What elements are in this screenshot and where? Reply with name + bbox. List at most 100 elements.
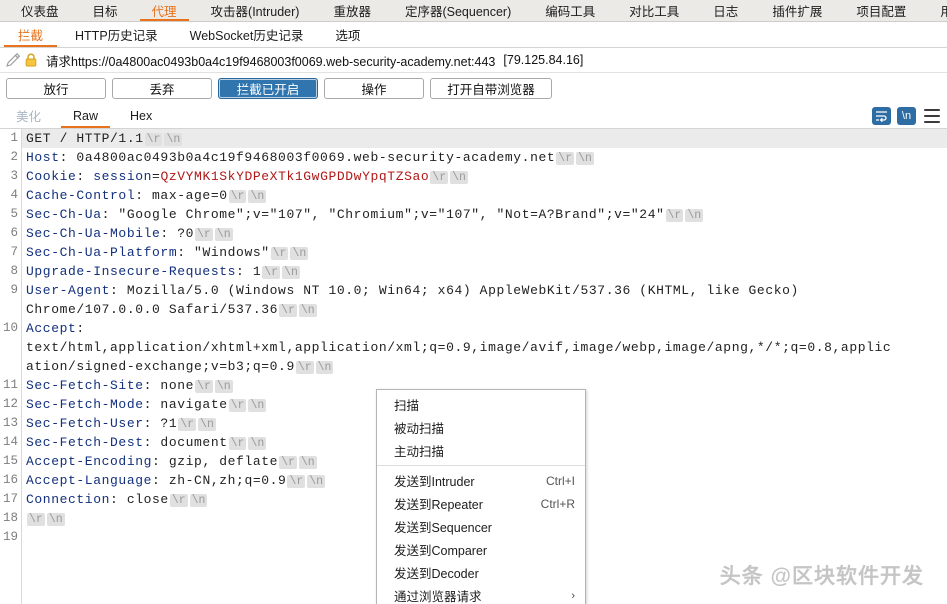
request-token: : 1 [236, 264, 262, 279]
text-wrap-icon[interactable] [872, 106, 891, 125]
main-tab-9[interactable]: 插件扩展 [755, 0, 839, 21]
request-line: Sec-Ch-Ua-Mobile: ?0 \r \n [22, 224, 947, 243]
context-menu-item-label: 发送到Intruder [394, 475, 475, 489]
request-token: Sec-Fetch-Mode [26, 397, 144, 412]
editor-tab-0[interactable]: 美化 [0, 103, 57, 128]
line-number: 10 [2, 321, 18, 335]
line-number: 1 [10, 131, 18, 145]
line-number: 9 [10, 283, 18, 297]
context-menu-item-label: 发送到Decoder [394, 567, 479, 581]
intercept-action-bar: 放行 丢弃 拦截已开启 操作 打开自带浏览器 [0, 73, 947, 103]
request-line: Accept: [22, 319, 947, 338]
line-number [0, 338, 21, 357]
request-token: : zh-CN,zh;q=0.9 [152, 473, 287, 488]
main-tab-3[interactable]: 攻击器(Intruder) [194, 0, 317, 21]
request-token: \n [315, 361, 334, 374]
line-number: 3 [10, 169, 18, 183]
line-number: 12 [2, 397, 18, 411]
main-tab-5[interactable]: 定序器(Sequencer) [388, 0, 528, 21]
action-button-label: 拦截已开启 [236, 82, 300, 97]
sub-tab-3[interactable]: 选项 [319, 22, 376, 47]
request-token: \r [430, 171, 449, 184]
editor-tab-2[interactable]: Hex [114, 103, 168, 128]
main-tab-label: 编码工具 [545, 5, 596, 19]
request-token: \n [290, 247, 309, 260]
sub-tab-0[interactable]: 拦截 [2, 22, 59, 47]
context-menu-item-0[interactable]: 扫描 [377, 393, 585, 416]
request-token: Chrome/107.0.0.0 Safari/537.36 [26, 302, 279, 317]
request-token: \n [282, 266, 300, 279]
request-token: Upgrade-Insecure-Requests [26, 264, 237, 279]
sub-tab-1[interactable]: HTTP历史记录 [59, 22, 174, 47]
main-tab-8[interactable]: 日志 [696, 0, 755, 21]
context-menu-item-7[interactable]: 发送到Decoder [377, 561, 585, 584]
editor-tab-1[interactable]: Raw [57, 103, 114, 128]
request-token: \r [195, 380, 213, 393]
request-token: \n [248, 190, 267, 203]
context-menu-item-shortcut: Ctrl+I [545, 473, 575, 488]
request-token: QzVYMK1SkYDPeXTk1GwGPDDwYpqTZSao [160, 169, 430, 184]
hamburger-menu-icon[interactable] [924, 108, 940, 123]
main-tab-7[interactable]: 对比工具 [612, 0, 696, 21]
request-token: \n [214, 380, 233, 393]
request-token: Sec-Fetch-User [26, 416, 144, 431]
message-editor-tab-bar: 美化 Raw Hex \n [0, 103, 947, 129]
main-tab-2[interactable]: 代理 [135, 0, 194, 21]
request-token: ation/signed-exchange;v=b3;q=0.9 [26, 359, 295, 374]
request-token: Host [26, 150, 60, 165]
newline-icon[interactable]: \n [897, 106, 916, 125]
context-menu-item-2[interactable]: 主动扫描 [377, 439, 585, 462]
context-menu-item-4[interactable]: 发送到Repeater Ctrl+R [377, 492, 585, 515]
request-token: \r [262, 266, 281, 279]
request-token: : Mozilla/5.0 (Windows NT 10.0; Win64; x… [110, 283, 799, 298]
main-tab-4[interactable]: 重放器 [316, 0, 388, 21]
request-line: text/html,application/xhtml+xml,applicat… [22, 338, 947, 357]
sub-tab-2[interactable]: WebSocket历史记录 [174, 22, 320, 47]
raw-request-editor[interactable]: 1 2 3 4 5 6 7 8 9 10 11 12 13 14 15 16 17 18 19 GET / HTTP… [0, 129, 947, 604]
line-number [0, 300, 21, 319]
request-url-text: 请求https://0a4800ac0493b0a4c19f9468003f00… [46, 54, 496, 69]
request-token: \r [295, 361, 314, 374]
main-tab-bar: 仪表盘 目标 代理 攻击器(Intruder) 重放器 定序器(Sequencer) 编码工… [0, 0, 947, 22]
action-button-4[interactable]: 打开自带浏览器 [430, 77, 552, 99]
line-number: 4 [10, 188, 18, 202]
request-token: : "Google Chrome";v="107", "Chromium";v=… [101, 207, 665, 222]
line-number: 16 [2, 473, 18, 487]
main-tab-11[interactable]: 用户配置 [923, 0, 947, 21]
context-menu-item-5[interactable]: 发送到Sequencer [377, 515, 585, 538]
line-number: 7 [10, 245, 18, 259]
request-token: : ?0 [160, 226, 195, 241]
context-menu[interactable]: 扫描 被动扫描 主动扫描发送到Intruder Ctrl+I 发送到Repeater Ct… [376, 389, 586, 604]
request-token: \r [270, 247, 289, 260]
main-tab-0[interactable]: 仪表盘 [4, 0, 76, 21]
lock-icon [23, 52, 39, 68]
request-token: \n [214, 228, 233, 241]
context-menu-item-3[interactable]: 发送到Intruder Ctrl+I [377, 469, 585, 492]
main-tab-label: 插件扩展 [772, 5, 823, 19]
main-tab-10[interactable]: 项目配置 [839, 0, 923, 21]
context-menu-item-1[interactable]: 被动扫描 [377, 416, 585, 439]
sub-tab-label: 拦截 [18, 29, 44, 43]
line-number: 14 [2, 435, 18, 449]
context-menu-item-8[interactable]: 通过浏览器请求 › [377, 584, 585, 604]
sub-tab-label: WebSocket历史记录 [189, 29, 304, 43]
request-token: \n [198, 418, 216, 431]
request-token: : "Windows" [177, 245, 270, 260]
request-token: : navigate [143, 397, 228, 412]
request-token: \n [189, 494, 208, 507]
request-token: \r [279, 456, 297, 469]
action-button-1[interactable]: 丢弃 [112, 77, 212, 99]
main-tab-1[interactable]: 目标 [76, 0, 135, 21]
request-token: Sec-Ch-Ua [26, 207, 102, 222]
action-button-2[interactable]: 拦截已开启 [218, 77, 318, 99]
context-menu-item-6[interactable]: 发送到Comparer [377, 538, 585, 561]
main-tab-label: 日志 [713, 5, 739, 19]
action-button-3[interactable]: 操作 [324, 77, 424, 99]
main-tab-label: 代理 [151, 5, 177, 19]
request-token: Accept-Encoding [26, 454, 153, 469]
submenu-chevron-right-icon: › [571, 589, 575, 602]
editor-tab-label: Raw [73, 108, 99, 123]
request-line: Upgrade-Insecure-Requests: 1 \r \n [22, 262, 947, 281]
main-tab-6[interactable]: 编码工具 [528, 0, 612, 21]
action-button-0[interactable]: 放行 [6, 77, 106, 99]
